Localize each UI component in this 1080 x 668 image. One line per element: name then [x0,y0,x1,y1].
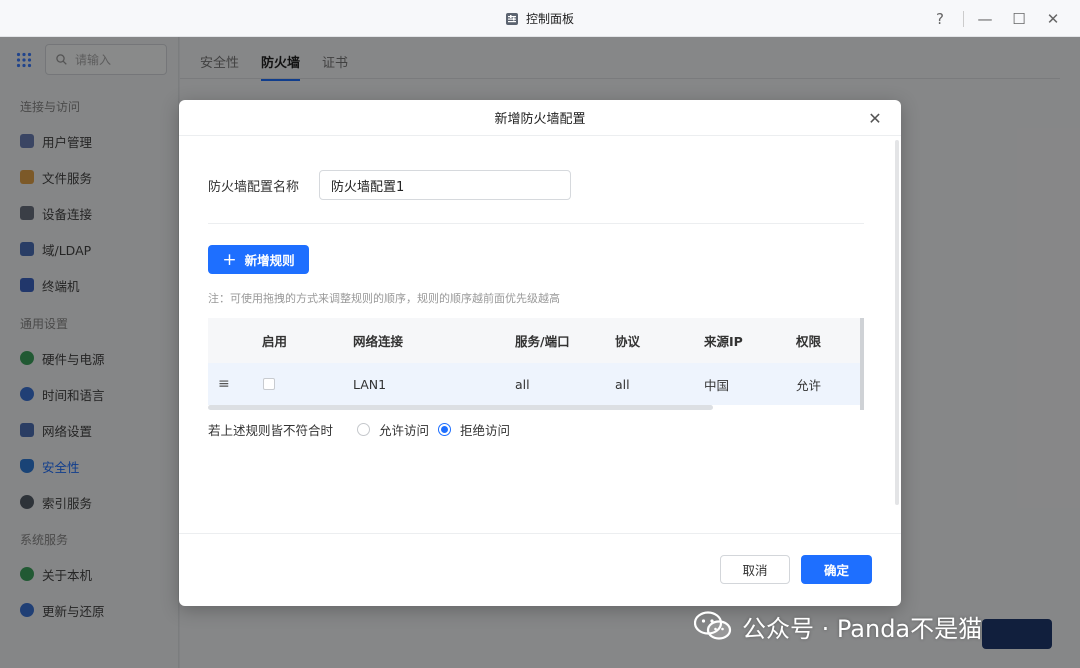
watermark-text: 公众号 · Panda不是猫 [742,614,983,643]
header-protocol: 协议 [615,334,641,349]
new-firewall-dialog: 新增防火墙配置 ✕ 防火墙配置名称 + 新增规则 注：可使用拖拽的方式来调整规则… [179,100,901,606]
ordering-note: 注：可使用拖拽的方式来调整规则的顺序，规则的顺序越前面优先级越高 [208,292,560,305]
dialog-scrollbar[interactable] [895,140,899,505]
confirm-button[interactable]: 确定 [801,555,872,584]
help-icon[interactable]: ? [927,6,953,32]
cell-source-ip: 中国 [704,377,730,393]
header-source-ip: 来源IP [704,334,743,349]
control-panel-icon [505,12,518,25]
header-network: 网络连接 [353,334,404,349]
table-vertical-scrollbar[interactable] [860,318,864,410]
header-permission: 权限 [796,334,822,349]
form-divider [208,223,864,224]
config-name-label: 防火墙配置名称 [208,180,300,195]
cell-service: all [515,376,530,392]
close-window-button[interactable]: ✕ [1040,6,1066,32]
cell-network: LAN1 [353,376,387,392]
radio-circle-deny[interactable] [438,423,451,436]
header-service-port: 服务/端口 [515,334,570,349]
cell-permission: 允许 [796,377,822,393]
window-title-area: 控制面板 [0,0,1080,37]
add-rule-button[interactable]: + 新增规则 [208,245,309,274]
enable-checkbox[interactable] [263,378,275,390]
header-enabled: 启用 [262,334,288,349]
drag-handle-icon[interactable]: ≡ [218,363,230,405]
dialog-title: 新增防火墙配置 [179,100,901,136]
maximize-button[interactable]: ☐ [1006,6,1032,32]
plus-icon: + [222,249,237,270]
wechat-icon [694,611,732,640]
minimize-button[interactable]: — [972,6,998,32]
radio-deny-access[interactable]: 拒绝访问 [438,420,510,439]
radio-circle-allow[interactable] [357,423,370,436]
table-header: 启用 网络连接 服务/端口 协议 来源IP 权限 [208,318,864,363]
footer-divider [179,533,901,534]
cell-protocol: all [615,376,630,392]
config-name-input[interactable] [319,170,571,200]
table-horizontal-scrollbar[interactable] [208,405,713,410]
cancel-button[interactable]: 取消 [720,555,790,584]
close-icon[interactable]: ✕ [867,109,883,128]
rules-table: 启用 网络连接 服务/端口 协议 来源IP 权限 ≡ LAN1 all all … [208,318,864,410]
window-titlebar: 控制面板 ? — ☐ ✕ [0,0,1080,37]
watermark: 公众号 · Panda不是猫 [694,606,982,646]
title-separator [963,10,964,27]
window-title: 控制面板 [525,12,574,26]
table-row[interactable]: ≡ LAN1 all all 中国 允许 [208,363,864,405]
fallback-label: 若上述规则皆不符合时 [208,423,334,438]
radio-allow-access[interactable]: 允许访问 [357,420,429,439]
